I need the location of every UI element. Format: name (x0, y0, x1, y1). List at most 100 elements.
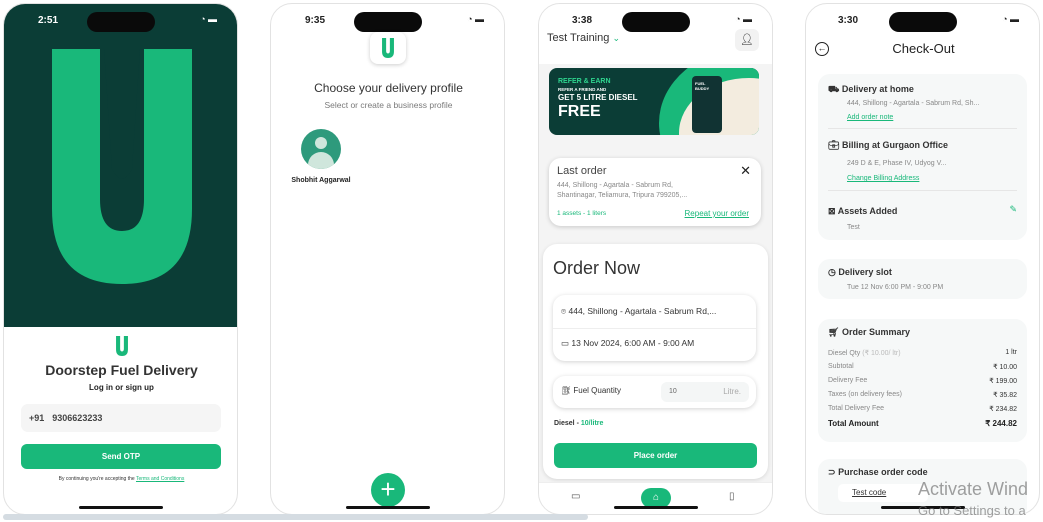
app-title: Doorstep Fuel Delivery (45, 362, 198, 378)
status-time: 2:51 (38, 15, 59, 26)
status-icons: ◔ ▬ (200, 14, 217, 24)
login-subtitle: Log in or sign up (89, 383, 154, 392)
total-row: Total Amount ₹ 244.82 (828, 419, 1017, 428)
briefcase-icon: 💼︎ (828, 140, 840, 150)
dynamic-island (621, 12, 690, 32)
banner-brand: FUEL BUDDY (692, 76, 722, 133)
place-order-button[interactable]: Place order (554, 443, 757, 468)
dynamic-island (86, 12, 155, 32)
summary-row: Delivery Fee ₹ 199.00 (828, 377, 1017, 385)
referral-banner[interactable]: FUEL BUDDY REFER & EARN REFER A FRIEND A… (549, 68, 759, 135)
app-icon (370, 32, 406, 64)
status-time: 9:35 (305, 15, 326, 26)
account-switcher[interactable]: Test Training ⌄ (547, 32, 620, 44)
location-pin-icon: ⌾ (561, 306, 567, 316)
page-title: Choose your delivery profile (314, 81, 463, 95)
home-indicator (345, 506, 430, 509)
home-indicator (613, 506, 698, 509)
summary-row: Taxes (on delivery fees) ₹ 35.82 (828, 391, 1017, 399)
horizontal-scrollbar[interactable] (3, 514, 588, 520)
phone-input[interactable]: +91 9306623233 (21, 404, 221, 432)
po-code-input[interactable]: Test code (838, 484, 928, 502)
clock-icon: ◷ (828, 267, 836, 277)
profile-card[interactable]: Shobhit Aggarwal (291, 129, 351, 184)
banner-line4: FREE (558, 103, 601, 120)
user-icon: 👤︎ (740, 34, 754, 46)
banner-line3: GET 5 LITRE DIESEL (558, 93, 638, 102)
dynamic-island (888, 12, 957, 32)
billing-title: Billing at Gurgaon Office (841, 140, 948, 150)
status-icons: ◔ ▬ (467, 14, 484, 24)
fuel-price: 10/litre (580, 420, 604, 427)
home-screen: 3:38 ◔ ▬ Test Training ⌄ 👤︎ FUEL BUDDY R… (538, 3, 773, 515)
order-now-panel: Order Now ⌾ 444, Shillong - Agartala - S… (543, 244, 768, 479)
login-screen: 2:51 ◔ ▬ Doorstep Fuel Delivery Log in o… (3, 3, 238, 515)
delivery-address: 444, Shillong - Agartala - Sabrum Rd, Sh… (847, 100, 980, 107)
home-tab-icon[interactable]: ⌂ (641, 488, 671, 508)
banner-line2: REFER A FRIEND AND (558, 87, 607, 92)
edit-icon[interactable]: ✎ (1009, 204, 1017, 215)
home-indicator (78, 506, 163, 509)
summary-row: Total Delivery Fee ₹ 234.82 (828, 405, 1017, 413)
page-subtitle: Select or create a business profile (324, 100, 453, 110)
plus-icon: + (380, 474, 396, 504)
windows-watermark: Activate Wind Go to Settings to a (918, 479, 1029, 518)
profile-name: Shobhit Aggarwal (291, 177, 351, 184)
slot-value: Tue 12 Nov 6:00 PM - 9:00 PM (847, 284, 944, 291)
repeat-order-link[interactable]: Repeat your order (685, 209, 749, 218)
country-code[interactable]: +91 (29, 413, 44, 423)
document-icon[interactable]: ▯ (729, 491, 735, 502)
close-icon[interactable]: ✕ (740, 163, 751, 179)
address-slot-card: ⌾ 444, Shillong - Agartala - Sabrum Rd,.… (553, 295, 756, 361)
fuel-quantity-card: ⛽︎ Fuel Quantity 10 Litre. (553, 376, 756, 408)
brand-logo-small-icon (116, 336, 128, 356)
delivery-title: Delivery at home (841, 84, 914, 94)
status-icons: ◔ ▬ (1002, 14, 1019, 24)
chevron-down-icon: ⌄ (612, 33, 620, 43)
profile-button[interactable]: 👤︎ (735, 29, 759, 51)
slot-title: Delivery slot (838, 267, 892, 277)
delivery-slot[interactable]: ▭ 13 Nov 2024, 6:00 AM - 9:00 AM (561, 338, 694, 349)
phone-number[interactable]: 9306623233 (52, 413, 102, 423)
tag-icon: ⊃ (828, 467, 836, 477)
wallet-icon[interactable]: ▭ (571, 491, 580, 502)
dynamic-island (353, 12, 422, 32)
fuel-type: Diesel - (554, 420, 581, 427)
delivery-billing-card: ⛟ Delivery at home 444, Shillong - Agart… (818, 74, 1027, 240)
calendar-icon: ▭ (561, 338, 570, 348)
status-icons: ◔ ▬ (735, 14, 752, 24)
account-name: Test Training (547, 32, 610, 44)
delivery-address[interactable]: ⌾ 444, Shillong - Agartala - Sabrum Rd,.… (561, 306, 716, 317)
add-profile-button[interactable]: + (371, 473, 405, 507)
assets-icon: ⊠ (828, 206, 836, 216)
brand-logo-icon (52, 49, 192, 284)
bottom-nav: ▭ ⌂ ▯ (539, 482, 772, 514)
summary-row: Subtotal ₹ 10.00 (828, 363, 1017, 371)
po-title: Purchase order code (838, 467, 928, 477)
summary-title: Order Summary (841, 327, 910, 337)
assets-value: Test (847, 224, 860, 231)
splash-banner (4, 4, 237, 327)
profile-screen: 9:35 ◔ ▬ Choose your delivery profile Se… (270, 3, 505, 515)
order-now-title: Order Now (553, 258, 641, 278)
status-time: 3:38 (572, 15, 593, 26)
quantity-input[interactable]: 10 Litre. (661, 382, 749, 402)
last-order-address: 444, Shillong - Agartala - Sabrum Rd, Sh… (557, 182, 688, 199)
fuel-quantity-label: Fuel Quantity (573, 386, 621, 395)
assets-title: Assets Added (837, 206, 898, 216)
truck-icon: ⛟ (828, 84, 840, 94)
last-order-title: Last order (557, 165, 607, 177)
change-billing-link[interactable]: Change Billing Address (847, 175, 919, 182)
order-summary-card: 🛒︎ Order Summary Diesel Qty (₹ 10.00/ lt… (818, 319, 1027, 442)
avatar (301, 129, 341, 169)
delivery-slot-card: ◷ Delivery slot Tue 12 Nov 6:00 PM - 9:0… (818, 259, 1027, 299)
cart-icon: 🛒︎ (828, 327, 840, 337)
add-order-note-link[interactable]: Add order note (847, 114, 893, 121)
checkout-screen: 3:30 ◔ ▬ ← Check-Out ⛟ Delivery at home … (805, 3, 1040, 515)
status-time: 3:30 (838, 15, 859, 26)
terms-link[interactable]: Terms and Conditions (136, 476, 184, 482)
last-order-card: Last order ✕ 444, Shillong - Agartala - … (549, 158, 761, 226)
billing-address: 249 D & E, Phase IV, Udyog V... (847, 160, 947, 167)
fuel-pump-icon: ⛽︎ (561, 386, 572, 395)
send-otp-button[interactable]: Send OTP (21, 444, 221, 469)
